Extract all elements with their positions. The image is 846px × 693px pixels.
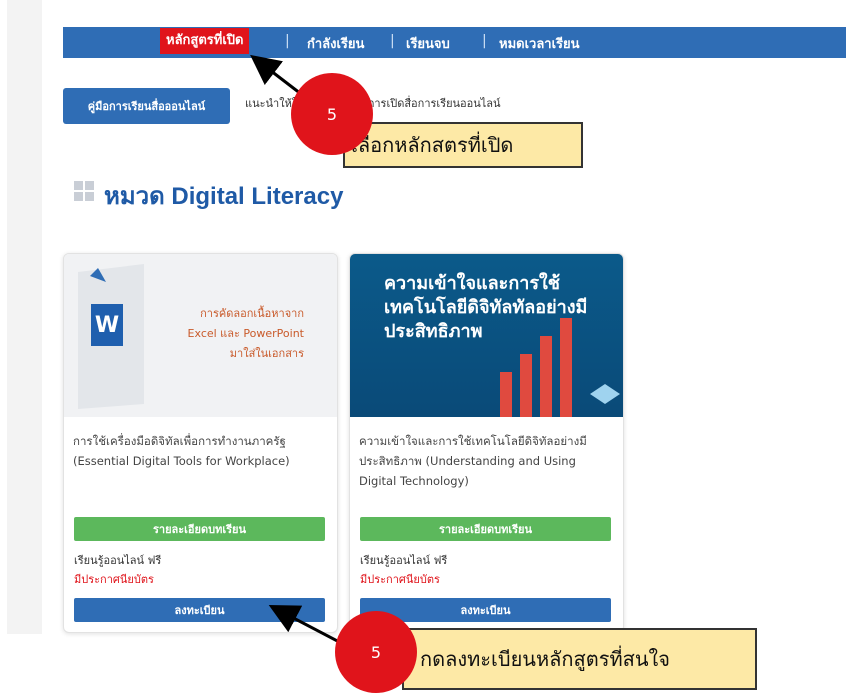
- annotation-callout: เลือกหลักสตรที่เปิด: [343, 122, 583, 168]
- step-number-badge: 5: [335, 611, 417, 693]
- step-number-badge: 5: [291, 73, 373, 155]
- annotation-callout: กดลงทะเบียนหลักสูตรที่สนใจ: [402, 628, 757, 690]
- annotation-arrows: [250, 54, 346, 647]
